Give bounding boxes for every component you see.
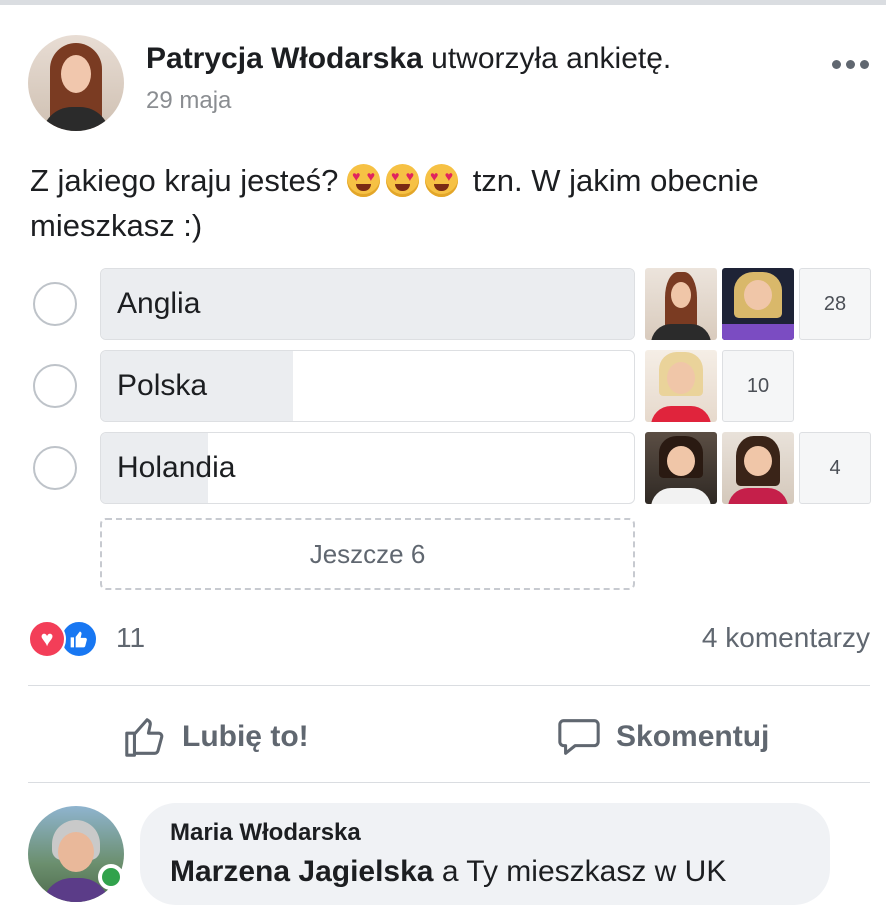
thumbs-up-icon (125, 718, 164, 757)
love-icon: ♥ (28, 620, 66, 658)
reaction-count[interactable]: 11 (116, 622, 145, 654)
comment-count[interactable]: 4 komentarzy (702, 622, 870, 654)
more-options-icon[interactable] (832, 60, 869, 69)
top-border (0, 0, 886, 5)
comment-bubble-icon (558, 719, 600, 755)
heart-eyes-emoji-icon (425, 164, 459, 197)
voter-avatar[interactable] (645, 268, 717, 340)
comment-text: Marzena Jagielska a Ty mieszkasz w UK (170, 855, 726, 889)
poll-option-label: Anglia (117, 287, 201, 320)
comment-label: Skomentuj (616, 720, 770, 753)
poll-option-label: Holandia (117, 451, 236, 484)
voter-avatar[interactable] (645, 350, 717, 422)
online-status-icon (98, 864, 124, 890)
post-question: Z jakiego kraju jesteś? (30, 163, 339, 198)
like-label: Lubię to! (182, 720, 309, 753)
comment-button[interactable]: Skomentuj (556, 712, 769, 762)
comment-mention[interactable]: Marzena Jagielska (170, 855, 433, 888)
author-name[interactable]: Patrycja Włodarska (146, 42, 423, 75)
poll-option-anglia[interactable]: Anglia (100, 268, 635, 340)
poll-radio-anglia[interactable] (33, 282, 77, 326)
poll-radio-polska[interactable] (33, 364, 77, 408)
comment-bubble[interactable]: Maria Włodarska Marzena Jagielska a Ty m… (140, 803, 830, 905)
comment-body: a Ty mieszkasz w UK (433, 855, 727, 888)
vote-count[interactable]: 4 (799, 432, 871, 504)
poll-option-holandia[interactable]: Holandia (100, 432, 635, 504)
divider (28, 782, 870, 783)
voter-banner (722, 324, 794, 340)
commenter-name[interactable]: Maria Włodarska (170, 819, 361, 847)
vote-count[interactable]: 28 (799, 268, 871, 340)
voter-avatar[interactable] (722, 268, 794, 340)
reactions-icons[interactable]: ♥ (28, 620, 108, 660)
post-date[interactable]: 29 maja (146, 87, 231, 115)
more-poll-options-button[interactable]: Jeszcze 6 (100, 518, 635, 590)
author-avatar[interactable] (28, 35, 124, 131)
post-text: Z jakiego kraju jesteś? tzn. W jakim obe… (30, 158, 870, 248)
poll-option-polska[interactable]: Polska (100, 350, 635, 422)
voter-avatar[interactable] (722, 432, 794, 504)
heart-eyes-emoji-icon (347, 164, 381, 197)
like-button[interactable]: Lubię to! (122, 712, 309, 762)
poll-option-label: Polska (117, 369, 208, 402)
divider (28, 685, 870, 686)
heart-eyes-emoji-icon (386, 164, 420, 197)
post-header: Patrycja Włodarska utworzyła ankietę. (146, 42, 671, 76)
vote-count[interactable]: 10 (722, 350, 794, 422)
poll-radio-holandia[interactable] (33, 446, 77, 490)
post-action: utworzyła ankietę. (431, 42, 672, 75)
voter-avatar[interactable] (645, 432, 717, 504)
